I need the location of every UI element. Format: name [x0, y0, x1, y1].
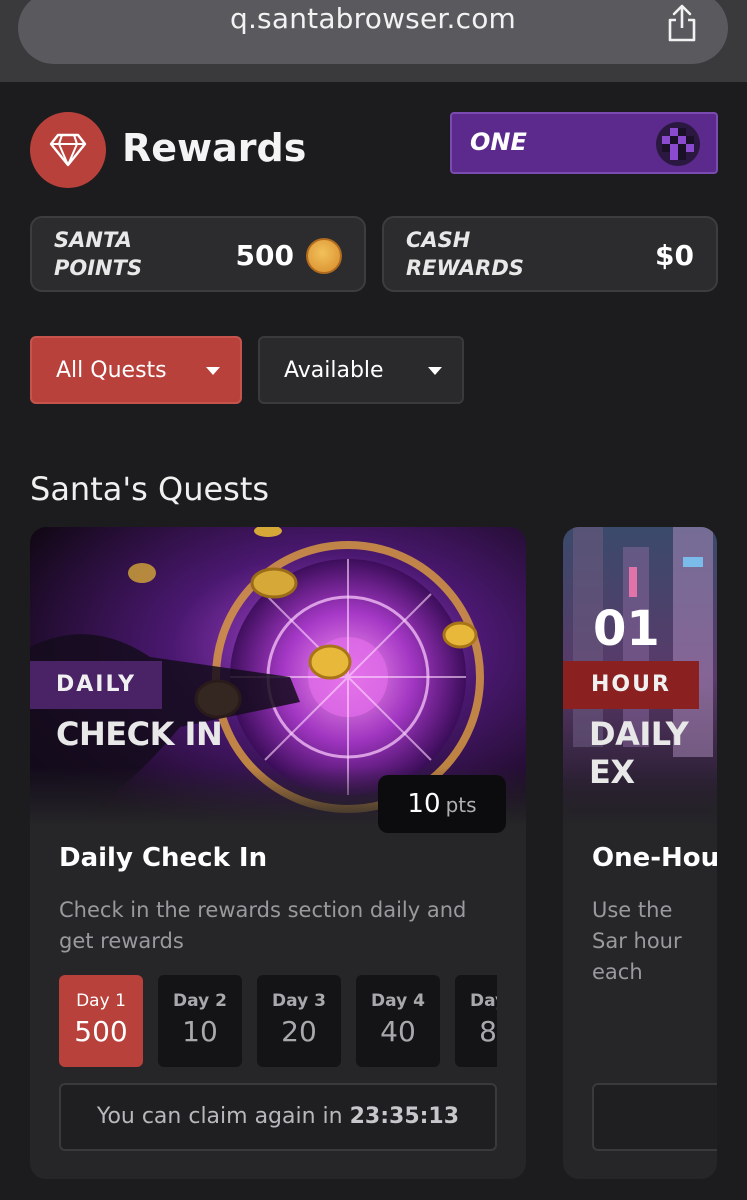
day-value: 500: [74, 1015, 128, 1048]
one-badge[interactable]: ONE: [450, 112, 718, 174]
quest-hero-title: CHECK IN: [56, 715, 223, 753]
availability-selected: Available: [284, 358, 384, 383]
hour-count: 01: [593, 601, 660, 657]
cash-rewards-label: CASH REWARDS: [406, 228, 524, 280]
quest-title: Daily Check In: [59, 843, 268, 873]
page-title: Rewards: [122, 126, 307, 170]
pixel-avatar-icon: [662, 128, 694, 160]
claim-text: You can claim again in: [96, 1104, 343, 1129]
cash-rewards-card: CASH REWARDS $0: [382, 216, 718, 292]
day-item[interactable]: Day 2 10: [158, 975, 242, 1067]
claim-countdown: 23:35:13: [349, 1104, 460, 1129]
day-label: Day 4: [371, 991, 425, 1011]
one-badge-label: ONE: [470, 128, 527, 156]
claim-status: [592, 1083, 717, 1151]
address-bar[interactable]: q.santabrowser.com: [18, 0, 728, 64]
quest-tag: HOUR: [563, 661, 699, 709]
day-value: 20: [281, 1015, 317, 1048]
day-value: 40: [380, 1015, 416, 1048]
quest-title: One-Hou: [592, 843, 717, 873]
cash-rewards-value: $0: [655, 239, 694, 272]
chevron-down-icon: [428, 367, 442, 375]
day-item[interactable]: Day 1 500: [59, 975, 143, 1067]
quest-description: Check in the rewards section daily and g…: [59, 898, 467, 953]
diamond-icon: [49, 133, 87, 167]
santa-points-label: SANTA POINTS: [54, 228, 143, 280]
claim-status: You can claim again in 23:35:13: [59, 1083, 497, 1151]
santa-points-value: 500: [235, 239, 294, 272]
chevron-down-icon: [206, 367, 220, 375]
day-label: Day 3: [272, 991, 326, 1011]
points-badge: 10 pts: [378, 775, 506, 833]
availability-dropdown[interactable]: Available: [258, 336, 464, 404]
quest-hero-title: DAILY EX: [589, 715, 689, 791]
quest-tag: DAILY: [30, 661, 162, 709]
quest-type-selected: All Quests: [56, 358, 167, 383]
day-value: 10: [182, 1015, 218, 1048]
section-title: Santa's Quests: [30, 470, 270, 508]
quest-card-one-hour[interactable]: 01 HOUR DAILY EX One-Hou Use the Sar hou…: [563, 527, 717, 1179]
share-icon[interactable]: [664, 2, 700, 44]
points-unit: pts: [445, 793, 477, 817]
quest-type-dropdown[interactable]: All Quests: [30, 336, 242, 404]
quest-description: Use the Sar hour each: [592, 898, 682, 984]
coin-icon: [306, 238, 342, 274]
quest-card-daily-check-in[interactable]: DAILY CHECK IN 10 pts Daily Check In Che…: [30, 527, 526, 1179]
santa-points-card: SANTA POINTS 500: [30, 216, 366, 292]
day-streak-list: Day 1 500 Day 2 10 Day 3 20 Day 4 40 Day…: [59, 975, 497, 1067]
day-label: Day 1: [76, 991, 126, 1011]
day-item[interactable]: Day 4 40: [356, 975, 440, 1067]
avatar[interactable]: [656, 122, 700, 166]
quest-hero-image: 01 HOUR DAILY EX: [563, 527, 717, 827]
points-value: 10: [407, 789, 441, 819]
day-value: 80: [479, 1015, 497, 1048]
browser-toolbar: q.santabrowser.com: [0, 0, 747, 82]
day-item[interactable]: Day 3 20: [257, 975, 341, 1067]
day-label: Day 2: [173, 991, 227, 1011]
day-label: Day 5: [470, 991, 497, 1011]
day-item[interactable]: Day 5 80: [455, 975, 497, 1067]
url-text[interactable]: q.santabrowser.com: [18, 2, 728, 35]
rewards-logo: [30, 112, 106, 188]
